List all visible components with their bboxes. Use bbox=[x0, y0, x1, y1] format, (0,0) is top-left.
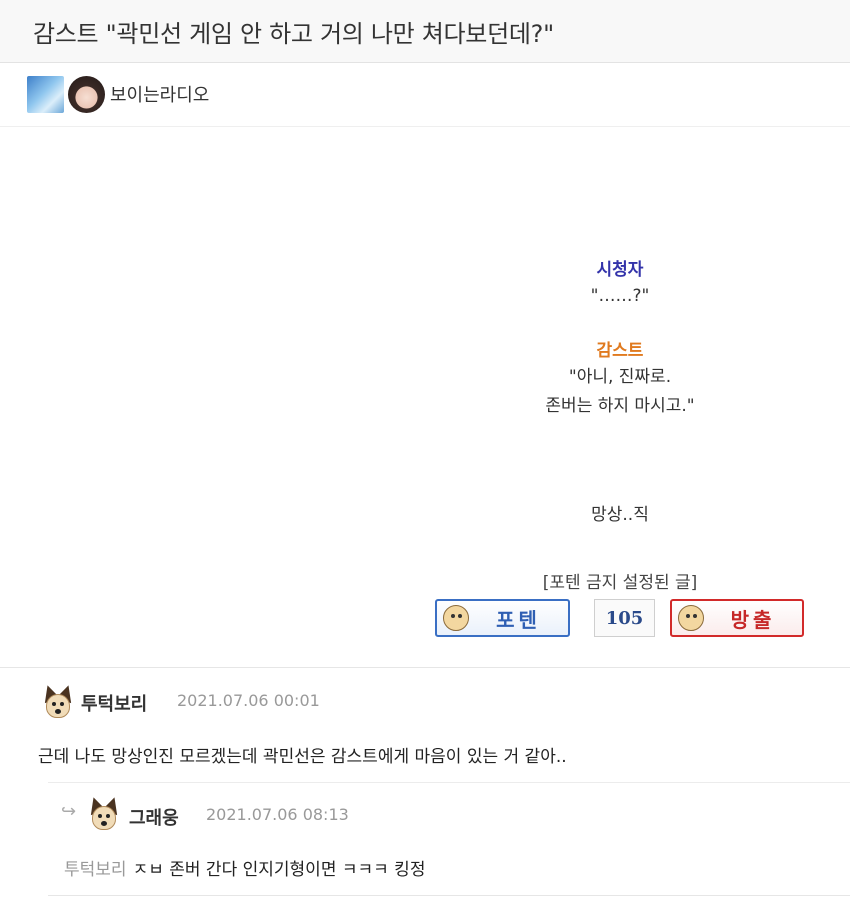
viewer-line: "……?" bbox=[590, 286, 650, 306]
reply-text-row: 투턱보리 ㅈㅂ 존버 간다 인지기형이면 ㅋㅋㅋ 킹정 bbox=[64, 855, 425, 880]
post-title: 감스트 "곽민선 게임 안 하고 거의 나만 쳐다보던데?" bbox=[33, 20, 554, 48]
closing-line: 망상..직 bbox=[591, 505, 649, 525]
pouting-face-icon bbox=[678, 605, 704, 631]
divider bbox=[48, 895, 850, 896]
comment-nickname[interactable]: 투턱보리 bbox=[81, 690, 147, 716]
author-row: 보이는라디오 bbox=[0, 63, 850, 127]
reply-arrow-icon: ↪ bbox=[61, 801, 77, 822]
level-badge-icon bbox=[27, 76, 64, 113]
reply-comment: ↪ 그래웅 2021.07.06 08:13 투턱보리 ㅈㅂ 존버 간다 인지기형… bbox=[48, 782, 850, 896]
reply-text: ㅈㅂ 존버 간다 인지기형이면 ㅋㅋㅋ 킹정 bbox=[132, 860, 426, 880]
potten-ban-notice: [포텐 금지 설정된 글] bbox=[542, 573, 698, 593]
reply-date: 2021.07.06 08:13 bbox=[206, 805, 349, 824]
speaker-viewer: 시청자 bbox=[596, 260, 644, 280]
comment-date: 2021.07.06 00:01 bbox=[177, 691, 320, 710]
comment-section: 투턱보리 2021.07.06 00:01 근데 나도 망상인진 모르겠는데 곽… bbox=[0, 667, 850, 900]
speaker-gamst: 감스트 bbox=[596, 341, 644, 361]
banchul-button[interactable]: 방출 bbox=[670, 599, 804, 637]
dog-avatar-icon bbox=[85, 794, 123, 833]
thumbs-face-icon bbox=[443, 605, 469, 631]
vote-count: 105 bbox=[594, 599, 655, 637]
potten-label: 포텐 bbox=[496, 607, 541, 632]
post-header: 감스트 "곽민선 게임 안 하고 거의 나만 쳐다보던데?" bbox=[0, 0, 850, 63]
banchul-label: 방출 bbox=[730, 607, 776, 632]
gamst-line-2: 존버는 하지 마시고." bbox=[545, 396, 695, 416]
comment-text: 근데 나도 망상인진 모르겠는데 곽민선은 감스트에게 마음이 있는 거 같아.… bbox=[38, 747, 567, 767]
reply-mention[interactable]: 투턱보리 bbox=[64, 860, 127, 880]
dog-avatar-icon bbox=[39, 682, 77, 721]
gamst-line-1: "아니, 진짜로. bbox=[568, 367, 672, 387]
potten-button[interactable]: 포텐 bbox=[435, 599, 570, 637]
reply-nickname[interactable]: 그래웅 bbox=[129, 804, 179, 830]
author-nickname[interactable]: 보이는라디오 bbox=[110, 81, 209, 107]
profile-photo-icon[interactable] bbox=[68, 76, 105, 113]
